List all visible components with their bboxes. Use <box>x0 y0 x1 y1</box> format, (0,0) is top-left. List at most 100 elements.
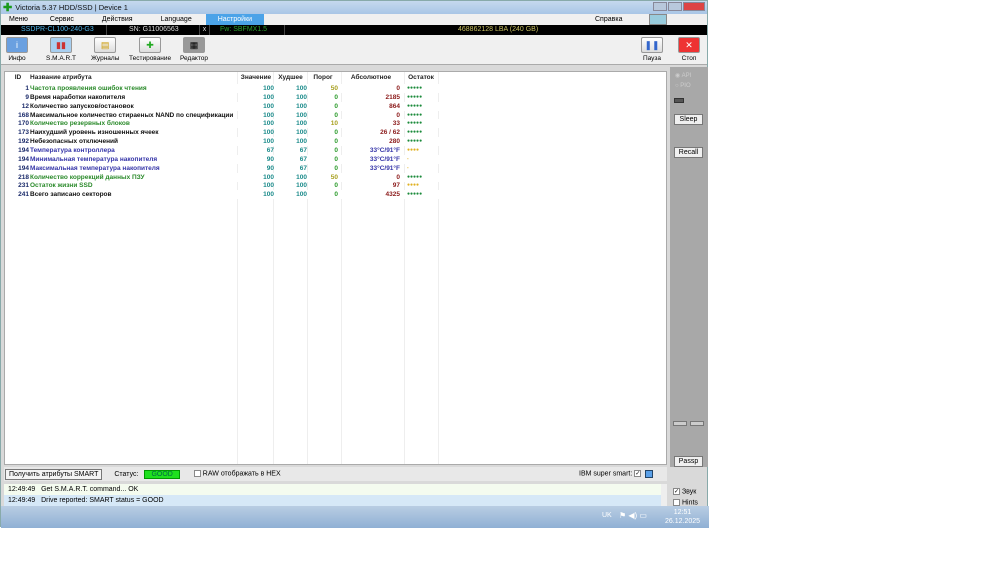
smart-button[interactable]: ▮▮ S.M.A.R.T <box>46 37 76 62</box>
editor-button[interactable]: ▦ Редактор <box>180 37 208 62</box>
ibm-label: IBM super smart: <box>579 470 633 478</box>
tray-icons[interactable]: ⚑ ◀) ▭ <box>619 511 647 520</box>
clock[interactable]: 12:51 26.12.2025 <box>665 508 700 526</box>
col-worst-header[interactable]: Худшее <box>274 73 307 82</box>
table-row[interactable]: 218 Количество коррекций данных ПЗУ 100 100… <box>5 172 445 182</box>
pause-button[interactable]: ❚❚ Пауза <box>641 37 663 62</box>
col-value-cell: 90 <box>266 155 274 163</box>
col-raw-cell: 33°C/91°F <box>369 146 400 154</box>
table-row[interactable]: 168 Максимальное количество стираеных NAN… <box>5 111 445 120</box>
col-value-cell: 100 <box>263 93 274 101</box>
recall-button[interactable]: Recall <box>674 147 703 158</box>
table-row[interactable]: 241 Всего записано секторов 100 100 0 4325 ●●●… <box>5 190 445 200</box>
col-value-cell: 90 <box>266 164 274 172</box>
col-value-header[interactable]: Значение <box>238 73 274 82</box>
table-row[interactable]: 9 Время наработки накопителя 100 100 0 2185 ●●… <box>5 93 445 102</box>
col-raw-cell: 26 / 62 <box>380 129 400 137</box>
table-row[interactable]: 192 Небезопасных отключений 100 100 0 280 ●●●●… <box>5 137 445 147</box>
col-remaining-header[interactable]: Остаток <box>405 73 437 82</box>
ibm-super-smart[interactable]: IBM super smart: ✓ <box>579 470 642 478</box>
small-button-1[interactable] <box>673 421 687 426</box>
sound-toggle[interactable]: ✓ Звук <box>673 488 696 495</box>
menu-help[interactable]: Справка <box>587 14 630 25</box>
col-remaining-cell: ●●●●● <box>407 129 423 136</box>
col-threshold-cell: 0 <box>334 111 338 119</box>
menu-service[interactable]: Сервис <box>36 14 88 25</box>
clock-time: 12:51 <box>673 509 692 516</box>
close-button[interactable] <box>683 2 705 11</box>
col-remaining-cell: ●●●●● <box>407 191 423 198</box>
buffer-view-toggle[interactable]: Просмотр буфера <box>641 14 707 45</box>
menu-settings[interactable]: Настройки <box>205 14 265 25</box>
table-row[interactable]: 194 Минимальная температура накопителя 90 6… <box>5 154 445 164</box>
info-label: Инфо <box>8 55 26 62</box>
col-worst-cell: 100 <box>296 111 307 119</box>
col-raw-cell: 0 <box>396 111 400 119</box>
api-radio[interactable]: ◉ API <box>675 72 691 79</box>
smart-chart-icon: ▮▮ <box>49 37 72 53</box>
log-scrollbar[interactable] <box>661 484 667 506</box>
col-raw-cell: 2185 <box>385 93 400 101</box>
col-remaining-cell: ●●●●● <box>407 120 423 127</box>
buffer-checkbox[interactable] <box>649 14 667 25</box>
table-row[interactable]: 12 Количество запусков/остановок 100 100 0 86… <box>5 101 445 111</box>
serial-close[interactable]: x <box>200 25 210 35</box>
menu-bar: Меню Сервис Действия Language Настройки … <box>1 14 707 45</box>
passp-button[interactable]: Passp <box>674 456 703 467</box>
table-row[interactable]: 1 Частота проявления ошибок чтения 100 100 5… <box>5 84 445 93</box>
table-row[interactable]: 194 Максимальная температура накопителя 90… <box>5 164 445 173</box>
pio-radio[interactable]: ○ PIO <box>675 83 691 89</box>
col-name-header[interactable]: Название атрибута <box>30 73 240 82</box>
testing-button[interactable]: ✚ Тестирование <box>129 37 171 62</box>
col-name-cell: Остаток жизни SSD <box>30 182 93 190</box>
sound-checkbox[interactable]: ✓ <box>673 488 680 495</box>
hints-checkbox[interactable] <box>673 499 680 506</box>
menu-language[interactable]: Language <box>147 14 206 25</box>
maximize-button[interactable] <box>668 2 682 11</box>
col-worst-cell: 100 <box>296 120 307 128</box>
info-button[interactable]: i Инфо <box>6 37 28 62</box>
victoria-window: ✚ Victoria 5.37 HDD/SSD | Device 1 Меню … <box>0 0 709 528</box>
logs-button[interactable]: ▤ Журналы <box>91 37 119 62</box>
log-message: Get S.M.A.R.T. command... OK <box>41 486 139 493</box>
table-row[interactable]: 170 Количество резервных блоков 100 100 10 33… <box>5 119 445 129</box>
col-id-header[interactable]: ID <box>7 73 29 82</box>
pause-icon: ❚❚ <box>641 37 663 53</box>
toolbar: i Инфо ▮▮ S.M.A.R.T ▤ Журналы ✚ Тестирование… <box>1 35 707 65</box>
small-button-2[interactable] <box>690 421 704 426</box>
stop-button[interactable]: ✕ Стоп <box>678 37 700 62</box>
col-value-cell: 100 <box>263 120 274 128</box>
menu-main[interactable]: Меню <box>1 14 36 25</box>
col-name-cell: Количество коррекций данных ПЗУ <box>30 173 145 181</box>
col-raw-cell: 4325 <box>385 191 400 199</box>
table-row[interactable]: 194 Температура контроллера 67 67 0 33°C/91°F… <box>5 146 445 155</box>
clock-date: 26.12.2025 <box>665 518 701 525</box>
ibm-checkbox[interactable]: ✓ <box>634 470 642 478</box>
stop-icon: ✕ <box>678 37 700 53</box>
get-smart-button[interactable]: Получить атрибуты SMART <box>5 468 103 480</box>
table-row[interactable]: 231 Остаток жизни SSD 100 100 0 97 ●●●● <box>5 181 445 190</box>
col-remaining-cell: ●●●●● <box>407 102 423 109</box>
col-threshold-header[interactable]: Порог <box>308 73 338 82</box>
minimize-button[interactable] <box>653 2 667 11</box>
col-id-cell: 194 <box>18 164 29 172</box>
sleep-button[interactable]: Sleep <box>674 114 703 125</box>
sound-label: Звук <box>681 488 697 496</box>
col-name-cell: Небезопасных отключений <box>30 138 119 146</box>
col-threshold-cell: 0 <box>334 138 338 146</box>
col-id-cell: 192 <box>18 138 29 146</box>
table-row[interactable]: 173 Наихудший уровень изношенных ячеек 100… <box>5 128 445 137</box>
col-name-cell: Максимальное количество стираеных NAND п… <box>30 111 234 119</box>
col-id-cell: 231 <box>18 182 29 190</box>
testing-label: Тестирование <box>129 55 172 62</box>
col-worst-cell: 100 <box>296 182 307 190</box>
raw-hex-toggle[interactable]: RAW отображать в HEX <box>193 470 281 478</box>
menu-actions[interactable]: Действия <box>88 14 147 25</box>
col-worst-cell: 100 <box>296 191 307 199</box>
col-id-cell: 170 <box>18 120 29 128</box>
col-raw-header[interactable]: Абсолютное <box>342 73 400 82</box>
raw-hex-checkbox[interactable] <box>193 470 201 478</box>
drive-model: SSDPR-CL100-240-G3 <box>1 25 107 35</box>
keyboard-language[interactable]: UK <box>602 512 612 519</box>
col-id-cell: 194 <box>18 155 29 163</box>
